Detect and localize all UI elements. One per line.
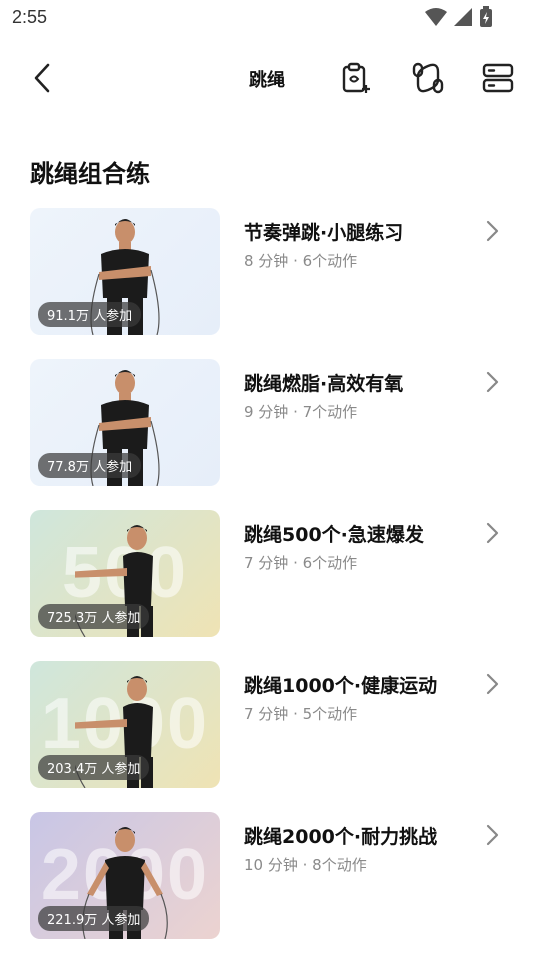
chevron-right-icon	[486, 371, 499, 393]
course-card[interactable]: 500 725.3万 人参加 跳绳500个·急速爆发 7 分钟 · 6个动作	[0, 510, 533, 637]
wifi-icon	[425, 8, 447, 26]
status-time: 2:55	[12, 7, 48, 27]
course-title: 跳绳500个·急速爆发	[244, 524, 424, 546]
list-layout-icon	[482, 63, 514, 93]
course-card[interactable]: 77.8万 人参加 跳绳燃脂·高效有氧 9 分钟 · 7个动作	[0, 359, 533, 486]
chevron-right-icon	[486, 824, 499, 846]
battery-charging-icon	[480, 6, 492, 27]
course-thumbnail: 1000 203.4万 人参加	[30, 661, 220, 788]
course-thumbnail: 500 725.3万 人参加	[30, 510, 220, 637]
course-title: 跳绳2000个·耐力挑战	[244, 826, 438, 848]
jump-rope-button[interactable]	[406, 56, 450, 100]
training-plan-button[interactable]	[334, 56, 378, 100]
course-thumbnail: 2000 221.9万 人参加	[30, 812, 220, 939]
course-meta: 8 分钟 · 6个动作	[244, 252, 358, 270]
page-title: 跳绳	[249, 70, 285, 91]
participants-badge: 725.3万 人参加	[38, 604, 150, 629]
participants-badge: 77.8万 人参加	[38, 453, 142, 478]
course-title: 节奏弹跳·小腿练习	[244, 222, 404, 244]
participants-badge: 203.4万 人参加	[38, 755, 150, 780]
course-title: 跳绳燃脂·高效有氧	[244, 373, 404, 395]
chevron-right-icon	[486, 220, 499, 242]
course-title: 跳绳1000个·健康运动	[244, 675, 438, 697]
course-meta: 7 分钟 · 6个动作	[244, 554, 358, 572]
participants-badge: 221.9万 人参加	[38, 906, 150, 931]
back-arrow-icon	[34, 63, 50, 93]
course-card[interactable]: 1000 203.4万 人参加 跳绳1000个·健康运动 7 分钟 · 5个动作	[0, 661, 533, 788]
status-bar: 2:55	[0, 0, 533, 36]
course-meta: 9 分钟 · 7个动作	[244, 403, 358, 421]
course-meta: 7 分钟 · 5个动作	[244, 705, 358, 723]
chevron-right-icon	[486, 522, 499, 544]
back-button[interactable]	[26, 58, 58, 98]
status-icons	[425, 6, 493, 28]
cellular-signal-icon	[454, 8, 472, 26]
course-thumbnail: 91.1万 人参加	[30, 208, 220, 335]
course-thumbnail: 77.8万 人参加	[30, 359, 220, 486]
course-meta: 10 分钟 · 8个动作	[244, 856, 367, 874]
course-list: 91.1万 人参加 节奏弹跳·小腿练习 8 分钟 · 6个动作 77.8万 人参…	[0, 208, 533, 963]
app-bar: 跳绳	[0, 48, 533, 108]
layout-toggle-button[interactable]	[476, 56, 520, 100]
participants-badge: 91.1万 人参加	[38, 302, 142, 327]
clipboard-plan-icon	[342, 62, 370, 93]
section-title: 跳绳组合练	[30, 160, 150, 188]
chevron-right-icon	[486, 673, 499, 695]
course-card[interactable]: 91.1万 人参加 节奏弹跳·小腿练习 8 分钟 · 6个动作	[0, 208, 533, 335]
jump-rope-icon	[412, 62, 444, 94]
course-card[interactable]: 2000 221.9万 人参加 跳绳2000个·耐力挑战 10 分钟 · 8个动…	[0, 812, 533, 939]
